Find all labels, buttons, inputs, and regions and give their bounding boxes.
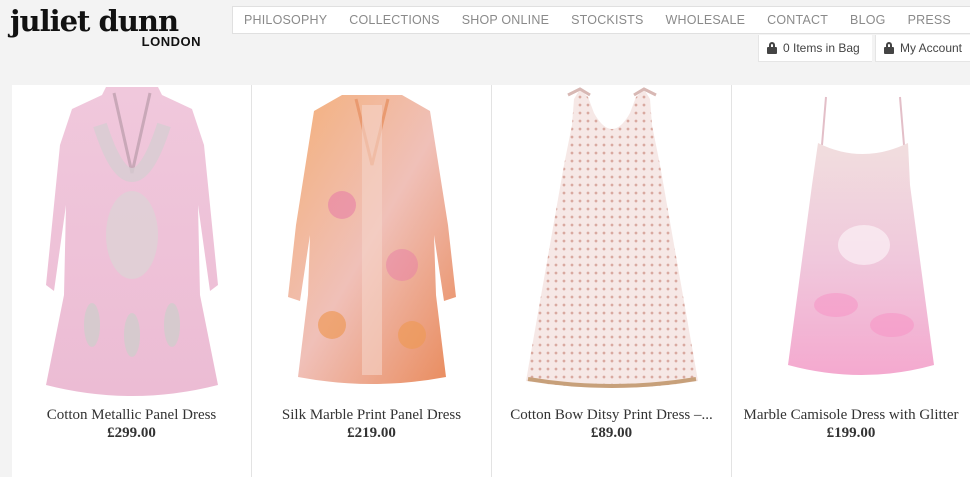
- nav-stockists[interactable]: STOCKISTS: [571, 13, 643, 27]
- product-price: £219.00: [347, 425, 396, 441]
- brand-name: juliet dunn: [10, 4, 179, 38]
- nav-philosophy[interactable]: PHILOSOPHY: [244, 13, 327, 27]
- account-label: My Account: [899, 41, 962, 55]
- account-link[interactable]: My Account: [875, 35, 970, 62]
- nav-shop-online[interactable]: SHOP ONLINE: [462, 13, 549, 27]
- product-name-block: Silk Marble Print Panel Dress £219.00: [260, 407, 483, 441]
- product-name-block: Marble Camisole Dress with Glitter £199.…: [740, 407, 962, 441]
- product-name[interactable]: Cotton Metallic Panel Dress: [20, 407, 243, 423]
- product-name-block: Cotton Metallic Panel Dress £299.00: [20, 407, 243, 441]
- product-card[interactable]: Cotton Metallic Panel Dress £299.00: [12, 85, 252, 477]
- nav-press[interactable]: PRESS: [908, 13, 951, 27]
- product-card[interactable]: Cotton Bow Ditsy Print Dress –... £89.00: [492, 85, 732, 477]
- bag-icon: [767, 42, 777, 54]
- product-card[interactable]: Silk Marble Print Panel Dress £219.00: [252, 85, 492, 477]
- brand-logo[interactable]: juliet dunn LONDON: [10, 6, 210, 56]
- nav-wholesale[interactable]: WHOLESALE: [666, 13, 746, 27]
- product-card[interactable]: Marble Camisole Dress with Glitter £199.…: [732, 85, 970, 477]
- product-name[interactable]: Cotton Bow Ditsy Print Dress –...: [500, 407, 723, 423]
- lock-icon: [884, 42, 894, 54]
- orange-marble-dress-image[interactable]: [272, 85, 472, 403]
- main-nav: PHILOSOPHY COLLECTIONS SHOP ONLINE STOCK…: [232, 6, 970, 34]
- bag-label: 0 Items in Bag: [783, 41, 860, 55]
- nav-collections[interactable]: COLLECTIONS: [349, 13, 439, 27]
- nav-contact[interactable]: CONTACT: [767, 13, 828, 27]
- product-price: £299.00: [107, 425, 156, 441]
- product-name[interactable]: Marble Camisole Dress with Glitter: [740, 407, 962, 423]
- ditsy-print-dress-image[interactable]: [512, 85, 712, 403]
- product-name-block: Cotton Bow Ditsy Print Dress –... £89.00: [500, 407, 723, 441]
- pink-camisole-dress-image[interactable]: [752, 85, 952, 403]
- product-price: £89.00: [590, 425, 633, 441]
- product-price: £199.00: [826, 425, 876, 441]
- bag-link[interactable]: 0 Items in Bag: [758, 35, 872, 62]
- product-name[interactable]: Silk Marble Print Panel Dress: [260, 407, 483, 423]
- nav-blog[interactable]: BLOG: [850, 13, 886, 27]
- product-grid: Cotton Metallic Panel Dress £299.00 Silk…: [12, 85, 970, 477]
- pink-embroidered-dress-image[interactable]: [32, 85, 232, 403]
- brand-location: LONDON: [141, 34, 201, 49]
